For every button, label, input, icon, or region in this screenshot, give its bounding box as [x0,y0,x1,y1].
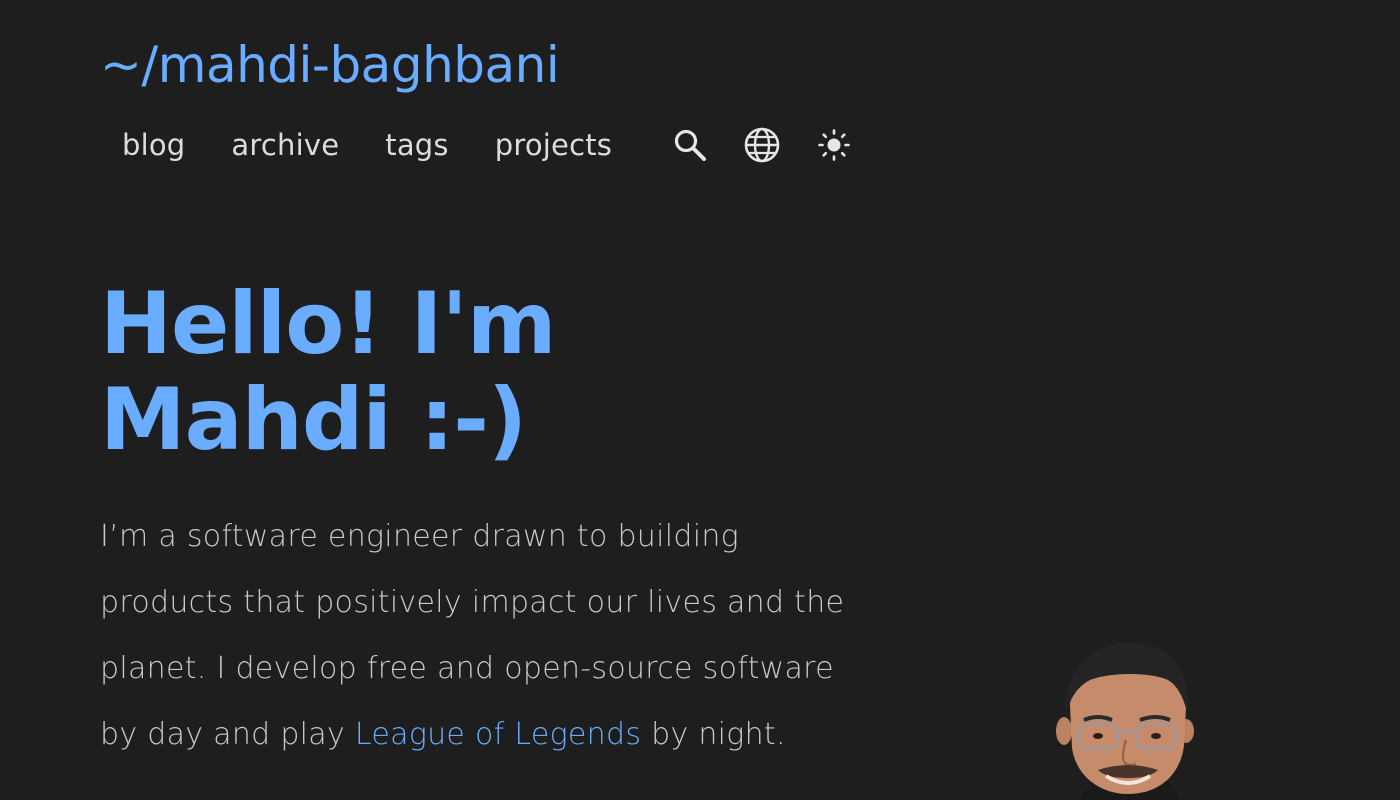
avatar [1050,636,1210,800]
nav-link-tags[interactable]: tags [385,118,448,172]
main-nav: blog archive tags projects [100,118,886,172]
league-of-legends-link[interactable]: League of Legends [355,717,641,752]
hero-bio: I’m a software engineer drawn to buildin… [100,504,870,768]
avatar-portrait [1056,642,1194,800]
nav-link-archive[interactable]: archive [231,118,339,172]
bio-text-end: by night. [641,717,786,752]
search-icon [674,129,707,161]
nav-icon-group [670,125,886,165]
language-button[interactable] [742,125,782,165]
nav-link-projects[interactable]: projects [495,118,612,172]
theme-toggle-button[interactable] [814,125,854,165]
sun-icon [818,129,850,161]
site-title-link[interactable]: ~/mahdi-baghbani [100,30,560,100]
globe-icon [744,127,780,163]
nav-link-blog[interactable]: blog [122,118,185,172]
search-button[interactable] [670,125,710,165]
hero-headline: Hello! I'm Mahdi :-) [100,274,556,470]
page: ~/mahdi-baghbani blog archive tags proje… [0,0,1400,800]
